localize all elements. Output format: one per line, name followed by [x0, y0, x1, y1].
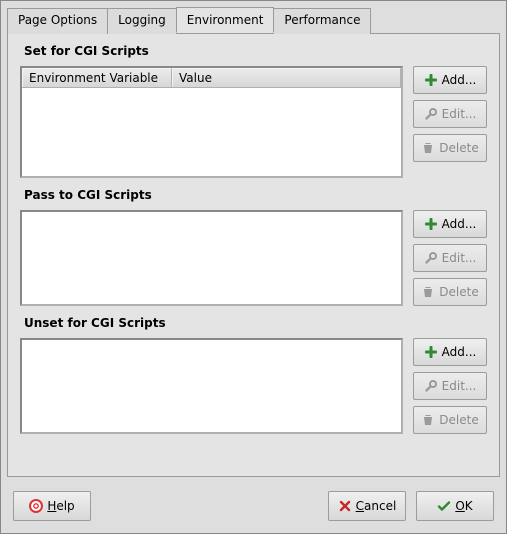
footer-spacer — [101, 491, 318, 521]
unset-button-column: Add... Edit... Delete — [413, 338, 487, 434]
button-label: Delete — [439, 285, 478, 299]
plus-icon — [424, 217, 438, 231]
button-label: Add... — [442, 217, 477, 231]
tab-environment[interactable]: Environment — [176, 7, 275, 33]
set-add-button[interactable]: Add... — [413, 66, 487, 94]
button-label: Add... — [442, 345, 477, 359]
button-label: Help — [47, 499, 74, 513]
button-label: Delete — [439, 413, 478, 427]
section-unset: Unset for CGI Scripts Add... Edit... — [20, 316, 487, 434]
trash-icon — [421, 141, 435, 155]
set-edit-button[interactable]: Edit... — [413, 100, 487, 128]
lifebuoy-icon — [29, 499, 43, 513]
pass-edit-button[interactable]: Edit... — [413, 244, 487, 272]
wrench-icon — [424, 107, 438, 121]
section-title-pass: Pass to CGI Scripts — [24, 188, 487, 202]
tabpage-environment: Set for CGI Scripts Environment Variable… — [7, 33, 500, 477]
tab-label: Performance — [284, 13, 360, 27]
unset-delete-button[interactable]: Delete — [413, 406, 487, 434]
set-button-column: Add... Edit... Delete — [413, 66, 487, 162]
pass-delete-button[interactable]: Delete — [413, 278, 487, 306]
button-label: Cancel — [356, 499, 397, 513]
button-label: Edit... — [442, 379, 477, 393]
section-body-unset: Add... Edit... Delete — [20, 338, 487, 434]
pass-button-column: Add... Edit... Delete — [413, 210, 487, 306]
wrench-icon — [424, 251, 438, 265]
unset-edit-button[interactable]: Edit... — [413, 372, 487, 400]
tab-bar: Page Options Logging Environment Perform… — [7, 7, 500, 33]
col-header-value[interactable]: Value — [172, 68, 401, 87]
section-body-pass: Add... Edit... Delete — [20, 210, 487, 306]
unset-listbox[interactable] — [20, 338, 403, 434]
button-label: Edit... — [442, 251, 477, 265]
tab-label: Logging — [118, 13, 166, 27]
plus-icon — [424, 73, 438, 87]
set-delete-button[interactable]: Delete — [413, 134, 487, 162]
trash-icon — [421, 285, 435, 299]
section-title-unset: Unset for CGI Scripts — [24, 316, 487, 330]
unset-add-button[interactable]: Add... — [413, 338, 487, 366]
section-pass: Pass to CGI Scripts Add... Edit... — [20, 188, 487, 306]
section-body-set: Environment Variable Value Add... — [20, 66, 487, 178]
tab-label: Environment — [187, 13, 264, 27]
tab-label: Page Options — [18, 13, 97, 27]
dialog-footer: Help Cancel OK — [1, 483, 506, 533]
tab-performance[interactable]: Performance — [273, 8, 371, 34]
help-button[interactable]: Help — [13, 491, 91, 521]
col-header-envvar[interactable]: Environment Variable — [22, 68, 172, 87]
pass-listbox[interactable] — [20, 210, 403, 306]
button-label: Edit... — [442, 107, 477, 121]
button-label: Add... — [442, 73, 477, 87]
button-label: Delete — [439, 141, 478, 155]
cross-icon — [338, 499, 352, 513]
ok-button[interactable]: OK — [416, 491, 494, 521]
button-label: OK — [455, 499, 472, 513]
dialog-window: Page Options Logging Environment Perform… — [0, 0, 507, 534]
trash-icon — [421, 413, 435, 427]
set-table-header: Environment Variable Value — [22, 68, 401, 88]
section-set: Set for CGI Scripts Environment Variable… — [20, 44, 487, 178]
pass-add-button[interactable]: Add... — [413, 210, 487, 238]
set-table[interactable]: Environment Variable Value — [20, 66, 403, 178]
tab-logging[interactable]: Logging — [107, 8, 177, 34]
tab-page-options[interactable]: Page Options — [7, 8, 108, 34]
section-title-set: Set for CGI Scripts — [24, 44, 487, 58]
plus-icon — [424, 345, 438, 359]
check-icon — [437, 499, 451, 513]
cancel-button[interactable]: Cancel — [328, 491, 406, 521]
wrench-icon — [424, 379, 438, 393]
